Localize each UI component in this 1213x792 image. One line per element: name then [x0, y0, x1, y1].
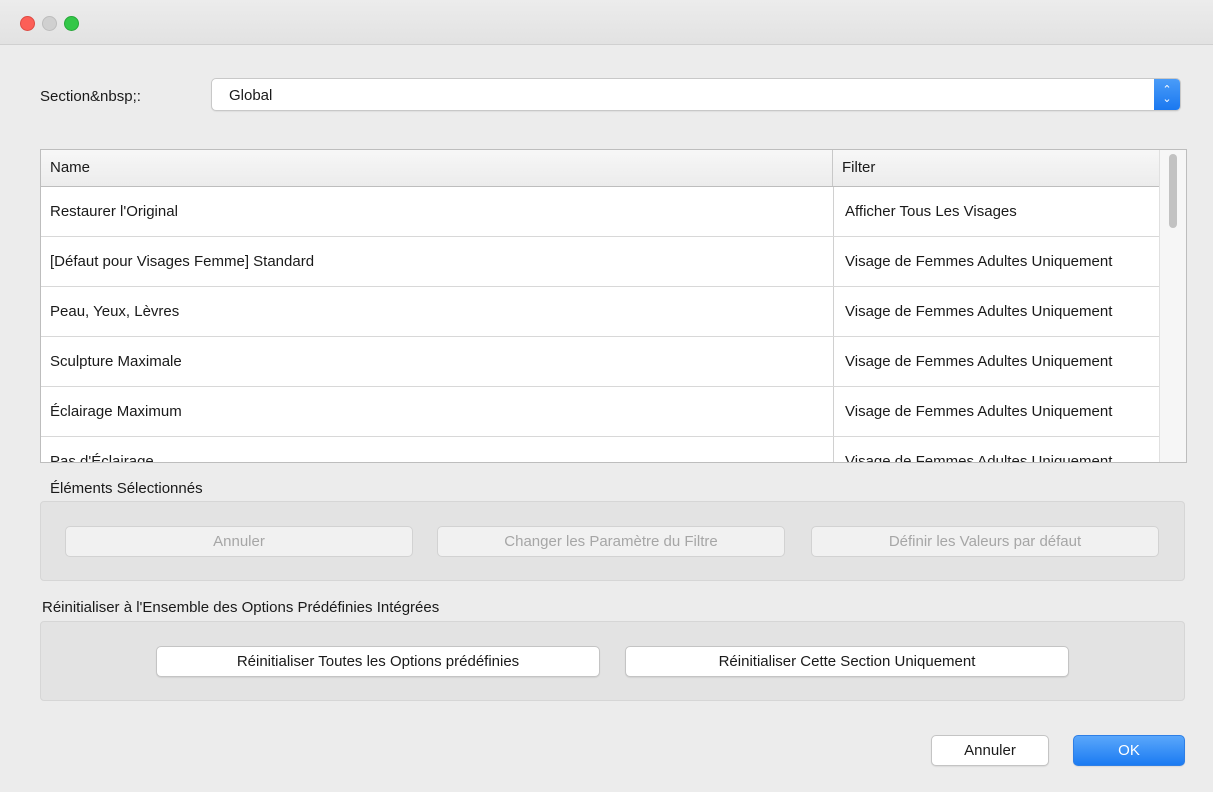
- ok-button[interactable]: OK: [1073, 735, 1185, 766]
- table-row[interactable]: Restaurer l'Original Afficher Tous Les V…: [41, 187, 1159, 237]
- row-filter: Afficher Tous Les Visages: [833, 187, 1159, 236]
- row-name: Restaurer l'Original: [50, 203, 178, 220]
- updown-chevron-icon: ⌃ ⌄: [1154, 79, 1180, 110]
- table-row[interactable]: [Défaut pour Visages Femme] Standard Vis…: [41, 237, 1159, 287]
- reset-all-button[interactable]: Réinitialiser Toutes les Options prédéfi…: [156, 646, 600, 677]
- selected-cancel-button[interactable]: Annuler: [65, 526, 413, 557]
- table-row[interactable]: Sculpture Maximale Visage de Femmes Adul…: [41, 337, 1159, 387]
- row-name: Sculpture Maximale: [50, 353, 182, 370]
- row-filter: Visage de Femmes Adultes Uniquement: [833, 237, 1159, 286]
- section-select-value: Global: [229, 87, 273, 104]
- table-row[interactable]: Pas d'Éclairage Visage de Femmes Adultes…: [41, 437, 1159, 463]
- reset-group: Réinitialiser Toutes les Options prédéfi…: [40, 621, 1185, 701]
- presets-table[interactable]: Name Filter Restaurer l'Original Affiche…: [40, 149, 1187, 463]
- title-bar: [0, 0, 1213, 45]
- table-row[interactable]: Éclairage Maximum Visage de Femmes Adult…: [41, 387, 1159, 437]
- change-filter-button[interactable]: Changer les Paramètre du Filtre: [437, 526, 785, 557]
- set-defaults-button[interactable]: Définir les Valeurs par défaut: [811, 526, 1159, 557]
- column-header-filter[interactable]: Filter: [833, 150, 1159, 186]
- table-scrollbar[interactable]: [1159, 150, 1186, 462]
- row-filter: Visage de Femmes Adultes Uniquement: [833, 387, 1159, 436]
- selected-items-group: Annuler Changer les Paramètre du Filtre …: [40, 501, 1185, 581]
- minimize-window-button[interactable]: [42, 16, 57, 31]
- cancel-button[interactable]: Annuler: [931, 735, 1049, 766]
- reset-group-label: Réinitialiser à l'Ensemble des Options P…: [42, 599, 440, 616]
- row-filter: Visage de Femmes Adultes Uniquement: [833, 337, 1159, 386]
- reset-section-button[interactable]: Réinitialiser Cette Section Uniquement: [625, 646, 1069, 677]
- section-label: Section&nbsp;:: [40, 88, 141, 105]
- table-row[interactable]: Peau, Yeux, Lèvres Visage de Femmes Adul…: [41, 287, 1159, 337]
- section-select[interactable]: Global ⌃ ⌄: [211, 78, 1181, 111]
- row-name: Pas d'Éclairage: [50, 453, 154, 463]
- row-name: [Défaut pour Visages Femme] Standard: [50, 253, 315, 270]
- zoom-window-button[interactable]: [64, 16, 79, 31]
- row-name: Peau, Yeux, Lèvres: [50, 303, 180, 320]
- row-filter: Visage de Femmes Adultes Uniquement: [833, 437, 1159, 462]
- column-header-name[interactable]: Name: [41, 150, 833, 186]
- row-filter: Visage de Femmes Adultes Uniquement: [833, 287, 1159, 336]
- table-header: Name Filter: [41, 150, 1159, 187]
- scrollbar-thumb[interactable]: [1169, 154, 1177, 228]
- selected-items-label: Éléments Sélectionnés: [50, 480, 203, 497]
- row-name: Éclairage Maximum: [50, 403, 182, 420]
- close-window-button[interactable]: [20, 16, 35, 31]
- table-body: Restaurer l'Original Afficher Tous Les V…: [41, 187, 1159, 463]
